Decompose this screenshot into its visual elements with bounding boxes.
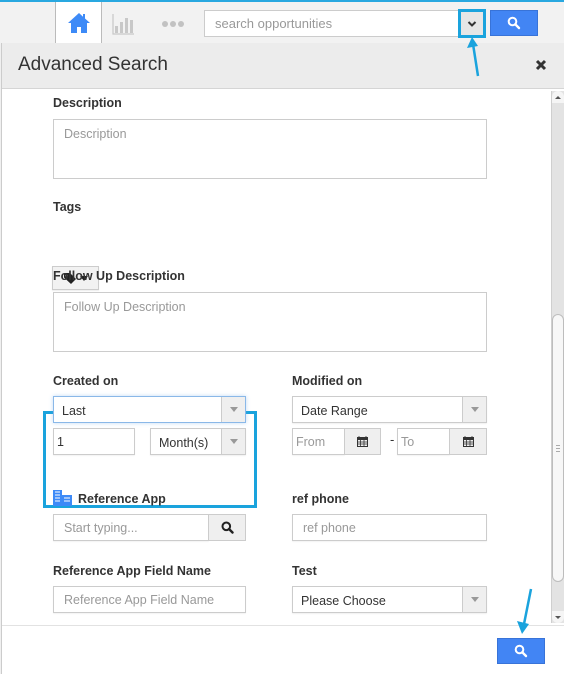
date-range-separator: - (390, 432, 395, 447)
search-icon (221, 521, 234, 534)
scroll-up-button[interactable] (552, 91, 564, 103)
chevron-down-icon (467, 20, 477, 27)
ref-phone-label: ref phone (292, 492, 349, 506)
scroll-down-button[interactable] (552, 611, 564, 623)
modal-body: Description Tags Follow Up Description C… (2, 90, 564, 625)
reference-app-field-name-label: Reference App Field Name (53, 564, 211, 578)
modal-title: Advanced Search (18, 54, 168, 75)
test-select[interactable]: Please Choose (292, 586, 487, 613)
created-on-unit-select[interactable]: Month(s) (150, 428, 246, 455)
calendar-icon (357, 436, 368, 447)
tags-label: Tags (53, 200, 82, 214)
select-caret (221, 397, 245, 422)
created-on-amount-input[interactable] (53, 428, 135, 455)
modal-footer (2, 625, 564, 674)
bar-chart-icon (112, 14, 134, 35)
ref-phone-input[interactable] (292, 514, 487, 541)
follow-up-description-field[interactable] (53, 292, 487, 352)
caret-down-icon (229, 407, 238, 412)
building-icon (53, 490, 72, 506)
test-label: Test (292, 564, 317, 578)
scroll-thumb[interactable] (552, 314, 564, 582)
select-caret (462, 587, 486, 612)
search-icon (514, 644, 528, 658)
caret-down-icon (555, 615, 561, 619)
modal-header: Advanced Search (2, 43, 564, 89)
reference-app-label: Reference App (78, 492, 166, 506)
from-calendar-button[interactable] (344, 428, 381, 455)
advanced-search-toggle[interactable] (458, 9, 486, 38)
nav-reports[interactable] (112, 12, 136, 36)
test-value: Please Choose (301, 594, 386, 608)
caret-down-icon (470, 597, 479, 602)
to-calendar-button[interactable] (449, 428, 487, 455)
modified-on-label: Modified on (292, 374, 363, 388)
select-caret (462, 397, 486, 422)
created-on-mode-value: Last (62, 404, 86, 418)
modified-on-mode-value: Date Range (301, 404, 368, 418)
select-caret (221, 429, 245, 454)
advanced-search-submit-button[interactable] (497, 638, 545, 664)
description-field[interactable] (53, 119, 487, 179)
nav-home[interactable] (55, 2, 102, 44)
advanced-search-modal: Advanced Search Description Tags Follow … (1, 43, 564, 674)
search-icon (507, 16, 521, 30)
modal-scrollbar[interactable] (551, 91, 564, 623)
created-on-unit-value: Month(s) (159, 436, 209, 450)
calendar-icon (462, 436, 474, 447)
modified-on-to-input[interactable] (397, 428, 450, 455)
home-icon (67, 13, 90, 33)
modified-on-mode-select[interactable]: Date Range (292, 396, 487, 423)
follow-up-description-label: Follow Up Description (53, 269, 185, 283)
grip-icon (556, 444, 560, 452)
more-dot (170, 21, 176, 27)
close-button[interactable] (531, 55, 551, 75)
nav-more[interactable] (162, 19, 184, 29)
search-input[interactable] (205, 11, 459, 36)
caret-down-icon (229, 439, 238, 444)
search-box (204, 10, 486, 37)
caret-down-icon (470, 407, 479, 412)
reference-app-search-button[interactable] (208, 514, 246, 541)
search-button[interactable] (490, 10, 538, 36)
caret-up-icon (555, 95, 561, 99)
reference-app-field-name-input[interactable] (53, 586, 246, 613)
top-bar (0, 0, 564, 44)
close-icon (535, 59, 547, 71)
reference-app-input[interactable] (53, 514, 209, 541)
modified-on-from-input[interactable] (292, 428, 345, 455)
created-on-label: Created on (53, 374, 119, 388)
more-dot (178, 21, 184, 27)
description-label: Description (53, 96, 122, 110)
more-dots-icon (162, 21, 168, 27)
created-on-mode-select[interactable]: Last (53, 396, 246, 423)
